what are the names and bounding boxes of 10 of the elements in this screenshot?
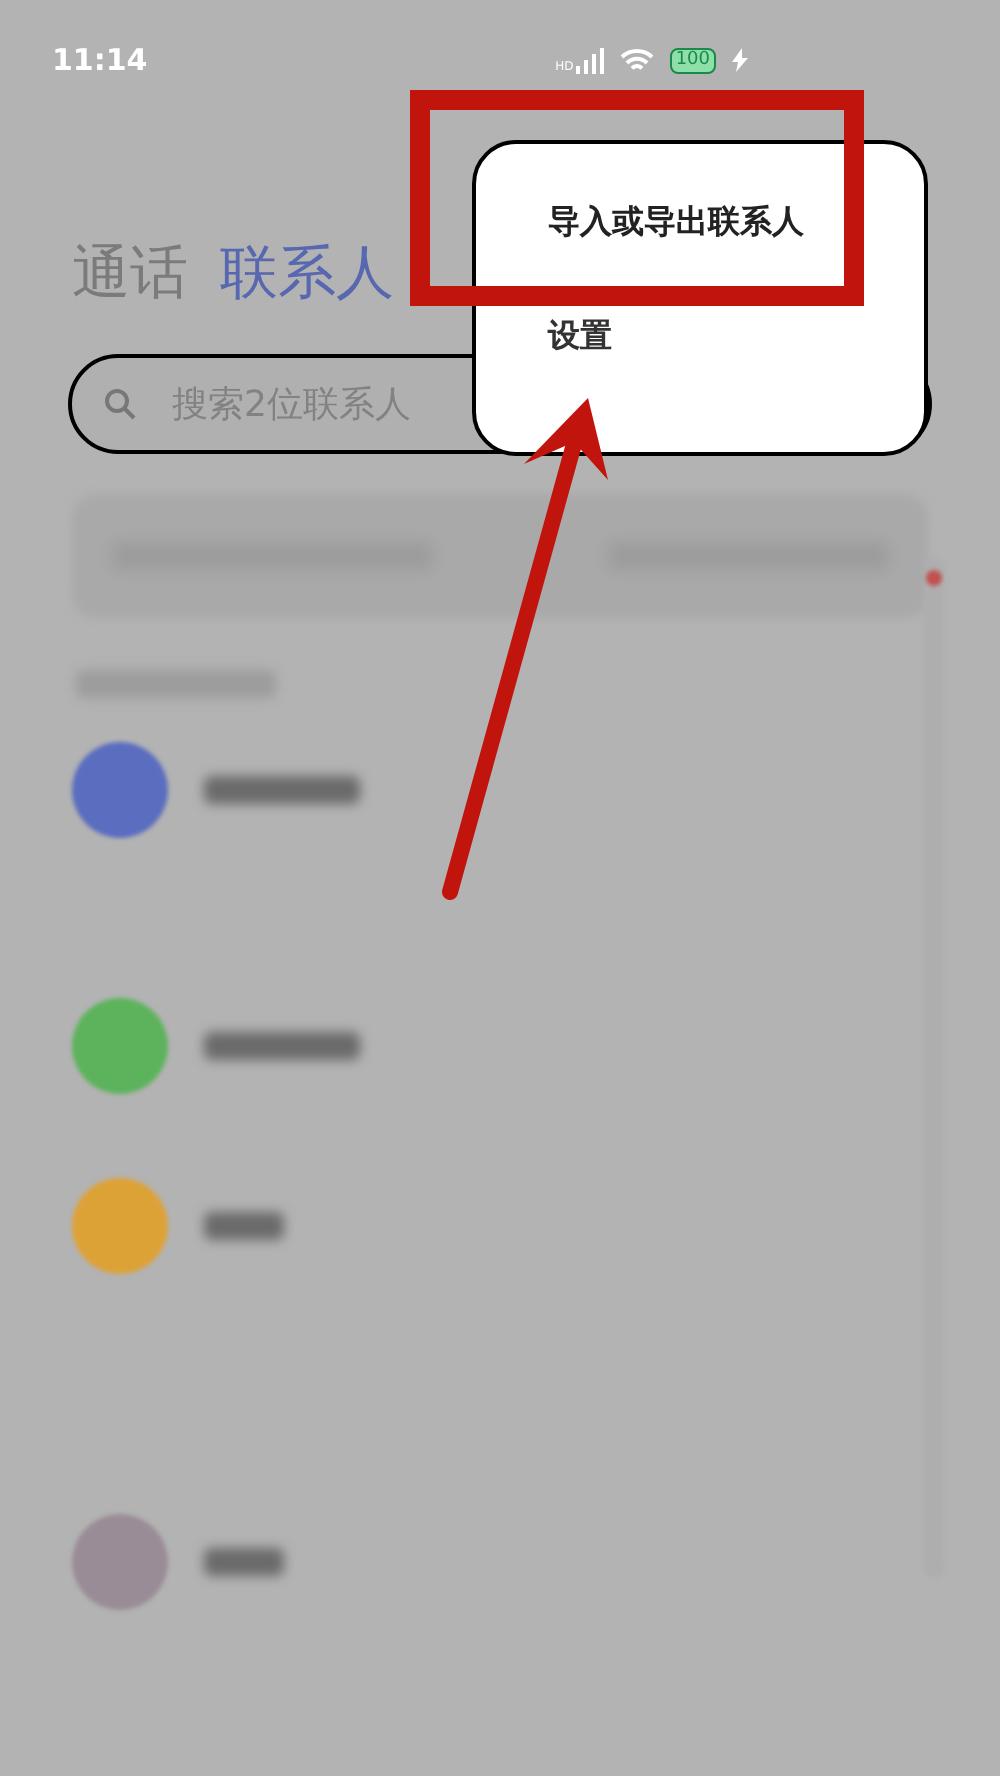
search-icon bbox=[104, 388, 136, 420]
menu-item[interactable]: 导入或导出联系人 bbox=[548, 197, 924, 245]
signal-icon bbox=[575, 47, 604, 73]
menu-item[interactable]: 设置 bbox=[548, 311, 924, 359]
wifi-icon bbox=[619, 47, 654, 73]
blurred-text bbox=[204, 1212, 284, 1240]
battery-level: 100 bbox=[669, 47, 716, 73]
status-time: 11:14 bbox=[52, 39, 148, 82]
charging-icon bbox=[732, 48, 748, 72]
blurred-text bbox=[204, 1548, 284, 1576]
